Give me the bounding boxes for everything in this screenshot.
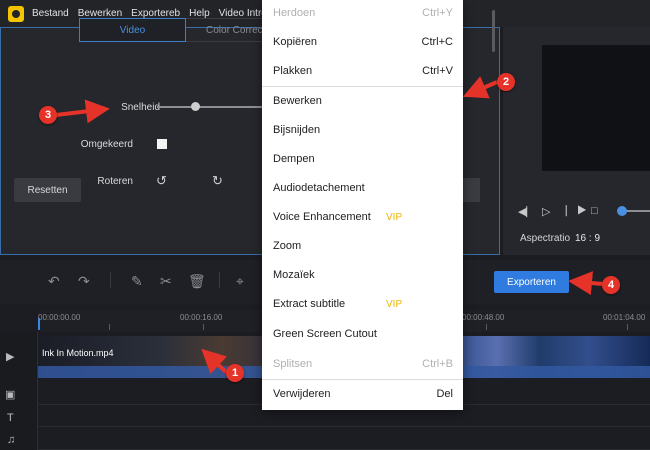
callout-badge-2: 2	[497, 73, 515, 91]
callout-badge-4: 4	[602, 276, 620, 294]
callout-arrow-4	[568, 271, 604, 295]
callout-badge-3: 3	[39, 106, 57, 124]
callout-arrows	[55, 76, 604, 374]
callout-badge-1: 1	[226, 364, 244, 382]
callout-arrow-2	[462, 76, 498, 99]
callout-arrow-3	[55, 99, 110, 124]
callout-arrow-1	[201, 348, 228, 374]
